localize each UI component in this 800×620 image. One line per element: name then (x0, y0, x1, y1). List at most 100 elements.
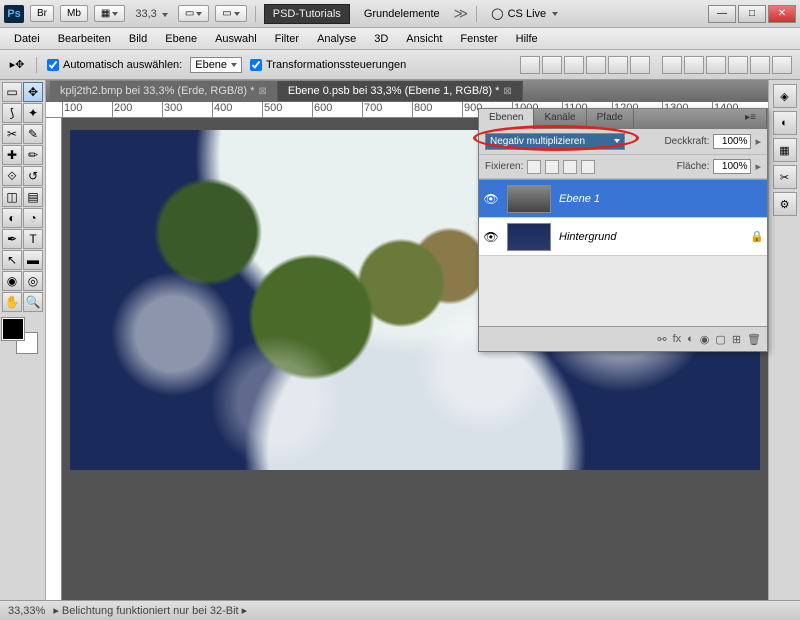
tool-preset-icon[interactable]: ✂ (773, 165, 797, 189)
3dcam-tool[interactable]: ◎ (23, 271, 43, 291)
close-tab-icon[interactable]: ⊠ (258, 86, 266, 97)
mask-icon[interactable]: ◐ (687, 333, 694, 345)
styles-icon[interactable]: ▦ (773, 138, 797, 162)
delete-icon[interactable]: 🗑 (747, 333, 761, 346)
tab-pfade[interactable]: Pfade (587, 109, 634, 129)
align-left[interactable] (586, 56, 606, 74)
path-tool[interactable]: ↖ (2, 250, 22, 270)
stamp-tool[interactable]: ⟐ (2, 166, 22, 186)
settings-icon[interactable]: ⚙ (773, 192, 797, 216)
doc-tab-2[interactable]: Ebene 0.psb bei 33,3% (Ebene 1, RGB/8) *… (278, 81, 523, 101)
foreground-swatch[interactable] (2, 318, 24, 340)
heal-tool[interactable]: ✚ (2, 145, 22, 165)
gradient-tool[interactable]: ▤ (23, 187, 43, 207)
zoom-display[interactable]: 33,3 (131, 6, 171, 22)
opacity-label: Deckkraft: (664, 136, 709, 147)
eraser-tool[interactable]: ◫ (2, 187, 22, 207)
layer-thumb[interactable] (507, 223, 551, 251)
layer-row[interactable]: 👁 Ebene 1 (479, 180, 767, 218)
workspace-tutorials[interactable]: PSD-Tutorials (264, 4, 350, 24)
layer-row[interactable]: 👁 Hintergrund 🔒 (479, 218, 767, 256)
fx-icon[interactable]: fx (673, 333, 682, 345)
align-hcenter[interactable] (608, 56, 628, 74)
crop-tool[interactable]: ✂ (2, 124, 22, 144)
blur-tool[interactable]: ◐ (2, 208, 22, 228)
menu-filter[interactable]: Filter (267, 30, 307, 48)
menu-3d[interactable]: 3D (366, 30, 396, 48)
shape-tool[interactable]: ▬ (23, 250, 43, 270)
color-swatches[interactable] (2, 318, 38, 354)
layer-name[interactable]: Ebene 1 (555, 193, 767, 205)
dist-vcenter[interactable] (684, 56, 704, 74)
menu-ansicht[interactable]: Ansicht (398, 30, 450, 48)
3d-tool[interactable]: ◉ (2, 271, 22, 291)
bridge-button[interactable]: Br (30, 5, 54, 22)
type-tool[interactable]: T (23, 229, 43, 249)
dodge-tool[interactable]: ◔ (23, 208, 43, 228)
align-bottom[interactable] (564, 56, 584, 74)
lock-pixels[interactable] (545, 160, 559, 174)
workspace-grundelemente[interactable]: Grundelemente (356, 5, 448, 23)
dist-top[interactable] (662, 56, 682, 74)
transform-checkbox[interactable]: Transformationssteuerungen (250, 59, 406, 71)
doc-tab-1[interactable]: kplj2th2.bmp bei 33,3% (Erde, RGB/8) *⊠ (50, 81, 278, 101)
layer-thumb[interactable] (507, 185, 551, 213)
view-extras-button[interactable]: ▭ (178, 5, 209, 22)
brush-tool[interactable]: ✏ (23, 145, 43, 165)
menu-analyse[interactable]: Analyse (309, 30, 364, 48)
align-top[interactable] (520, 56, 540, 74)
minimize-button[interactable]: — (708, 5, 736, 23)
menu-hilfe[interactable]: Hilfe (508, 30, 546, 48)
lock-transparency[interactable] (527, 160, 541, 174)
menu-bild[interactable]: Bild (121, 30, 155, 48)
eyedropper-tool[interactable]: ✎ (23, 124, 43, 144)
menu-fenster[interactable]: Fenster (452, 30, 505, 48)
align-vcenter[interactable] (542, 56, 562, 74)
status-zoom[interactable]: 33,33% (8, 605, 45, 617)
close-tab-icon[interactable]: ⊠ (503, 86, 511, 97)
fill-input[interactable]: 100% (713, 159, 751, 174)
marquee-tool[interactable]: ▭ (2, 82, 22, 102)
layer-name[interactable]: Hintergrund (555, 231, 747, 243)
menu-ebene[interactable]: Ebene (157, 30, 205, 48)
arrange-button[interactable]: ▭ (215, 5, 246, 22)
group-icon[interactable]: ▢ (715, 333, 725, 346)
move-tool[interactable]: ✥ (23, 82, 43, 102)
menu-auswahl[interactable]: Auswahl (207, 30, 265, 48)
new-layer-icon[interactable]: ⊞ (732, 333, 741, 346)
dist-hcenter[interactable] (750, 56, 770, 74)
tab-ebenen[interactable]: Ebenen (479, 109, 534, 129)
dist-left[interactable] (728, 56, 748, 74)
adjust-icon[interactable]: ◉ (700, 333, 710, 346)
dist-bottom[interactable] (706, 56, 726, 74)
link-icon[interactable]: ⚯ (657, 333, 666, 346)
panel-menu-icon[interactable]: ▸≡ (735, 109, 767, 129)
wand-tool[interactable]: ✦ (23, 103, 43, 123)
adjustment-icon[interactable]: ◐ (773, 111, 797, 135)
maximize-button[interactable]: □ (738, 5, 766, 23)
workspace-more[interactable]: ≫ (454, 5, 469, 22)
blend-mode-dropdown[interactable]: Negativ multiplizieren (485, 133, 625, 150)
opacity-input[interactable]: 100% (713, 134, 751, 149)
close-button[interactable]: ✕ (768, 5, 796, 23)
pen-tool[interactable]: ✒ (2, 229, 22, 249)
zoom-tool[interactable]: 🔍 (23, 292, 43, 312)
tab-kanaele[interactable]: Kanäle (534, 109, 586, 129)
hand-tool[interactable]: ✋ (2, 292, 22, 312)
auto-select-checkbox[interactable]: Automatisch auswählen: (47, 59, 182, 71)
layers-icon[interactable]: ◈ (773, 84, 797, 108)
menu-datei[interactable]: Datei (6, 30, 48, 48)
visibility-icon[interactable]: 👁 (479, 192, 503, 206)
screen-mode-button[interactable]: ▦ (94, 5, 125, 22)
dist-right[interactable] (772, 56, 792, 74)
lasso-tool[interactable]: ⟆ (2, 103, 22, 123)
history-tool[interactable]: ↺ (23, 166, 43, 186)
lock-all[interactable] (581, 160, 595, 174)
visibility-icon[interactable]: 👁 (479, 230, 503, 244)
cslive-button[interactable]: ◯ CS Live (485, 5, 564, 22)
align-right[interactable] (630, 56, 650, 74)
minibridge-button[interactable]: Mb (60, 5, 88, 22)
lock-position[interactable] (563, 160, 577, 174)
auto-select-dropdown[interactable]: Ebene (190, 57, 242, 73)
menu-bearbeiten[interactable]: Bearbeiten (50, 30, 119, 48)
